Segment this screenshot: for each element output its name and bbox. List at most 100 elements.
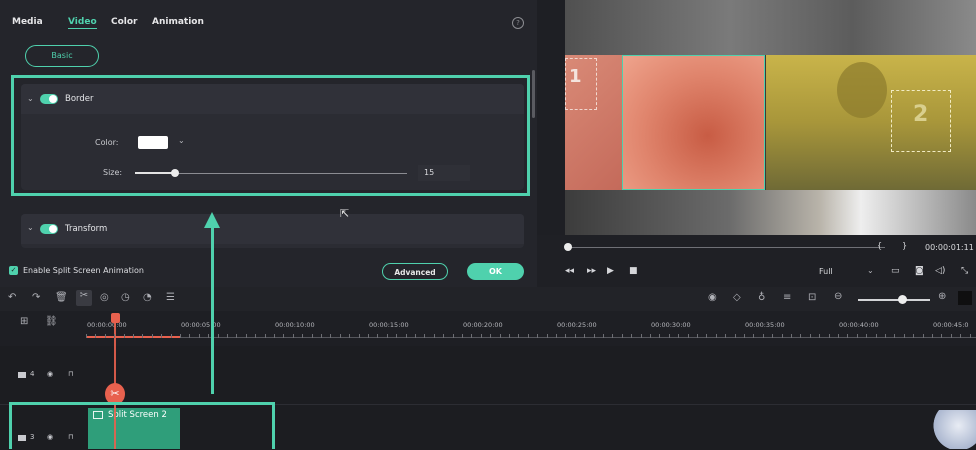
fullscreen-icon[interactable]: ⤡ — [961, 266, 968, 276]
ruler-tick — [904, 334, 905, 338]
advanced-button[interactable]: Advanced — [382, 263, 448, 280]
ruler-tick — [500, 334, 501, 338]
zoom-chevron-down-icon[interactable]: ⌄ — [867, 266, 874, 275]
ruler-tick — [340, 334, 341, 338]
undo-icon[interactable]: ↶ — [8, 292, 16, 303]
ruler-tick — [688, 334, 689, 338]
timeline-zoom-slider[interactable] — [858, 299, 930, 301]
ruler-tick — [829, 334, 830, 338]
basic-button[interactable]: Basic — [25, 45, 99, 67]
grid-icon[interactable] — [958, 291, 972, 305]
mouse-cursor-icon: ⇱ — [340, 207, 350, 220]
ruler-tick — [424, 334, 425, 338]
panel-number-1: 1 — [569, 66, 582, 87]
tab-animation[interactable]: Animation — [152, 17, 204, 27]
split-panel-selected[interactable] — [622, 55, 765, 190]
ruler-tick — [133, 334, 134, 338]
ruler-tick — [302, 334, 303, 338]
ruler-tick — [462, 334, 463, 338]
preview-background-bottom — [565, 190, 976, 235]
ruler-tick — [199, 334, 200, 338]
timer-icon[interactable]: ◔ — [143, 292, 152, 303]
ruler-tick — [970, 334, 971, 338]
add-track-icon[interactable]: ⊞ — [20, 316, 28, 327]
delete-icon[interactable]: 🗑 — [55, 292, 68, 303]
transform-toggle[interactable] — [40, 224, 58, 234]
ruler-label: 00:00:10:00 — [275, 321, 315, 329]
ruler-tick — [894, 334, 895, 338]
volume-icon[interactable]: ◁) — [935, 266, 945, 276]
preview-scrubber-track[interactable] — [565, 247, 885, 248]
ruler-tick — [810, 334, 811, 338]
ruler-label: 00:00:25:00 — [557, 321, 597, 329]
mark-out-brace[interactable]: } — [902, 241, 907, 250]
ruler-tick — [650, 334, 651, 338]
transform-section-header[interactable]: ⌄ Transform — [21, 214, 524, 244]
eye-icon[interactable]: ◉ — [47, 370, 53, 378]
ruler-tick — [706, 334, 707, 338]
ruler-tick — [744, 334, 745, 338]
ruler-tick — [913, 334, 914, 338]
ruler-tick — [800, 334, 801, 338]
render-icon[interactable]: ◉ — [708, 292, 717, 303]
ruler-tick — [763, 334, 764, 338]
fit-icon[interactable]: ⊡ — [808, 292, 816, 303]
zoom-in-icon[interactable]: ⊕ — [938, 291, 946, 302]
ruler-tick — [932, 334, 933, 338]
balloon-shape — [837, 62, 887, 118]
clip-highlight-frame — [9, 402, 275, 449]
microphone-icon[interactable]: ♁ — [758, 292, 765, 303]
help-icon[interactable]: ? — [512, 17, 524, 29]
ruler-tick — [293, 334, 294, 338]
ruler-tick — [565, 334, 566, 338]
audio-mix-icon[interactable]: ≡ — [783, 292, 791, 303]
ruler-tick — [95, 334, 96, 338]
chevron-down-icon[interactable]: ⌄ — [27, 223, 34, 232]
link-icon[interactable]: ⛓ — [45, 316, 58, 327]
zoom-out-icon[interactable]: ⊖ — [834, 291, 842, 302]
transform-section: ⌄ Transform — [21, 214, 524, 248]
snapshot-icon[interactable]: ◙ — [915, 266, 924, 276]
timeline-zoom-knob[interactable] — [898, 295, 907, 304]
ruler-tick — [208, 334, 209, 338]
ruler-tick — [547, 334, 548, 338]
scissors-icon[interactable]: ✂ — [76, 290, 92, 306]
marker-icon[interactable]: ◇ — [733, 292, 741, 303]
ruler-tick — [330, 334, 331, 338]
ruler-tick — [612, 334, 613, 338]
ruler-tick — [556, 334, 557, 338]
tab-media[interactable]: Media — [12, 17, 43, 27]
mark-in-brace[interactable]: { — [877, 241, 882, 250]
tab-video[interactable]: Video — [68, 17, 97, 29]
redo-icon[interactable]: ↷ — [32, 292, 40, 303]
ruler-tick — [218, 334, 219, 338]
speed-icon[interactable]: ◷ — [121, 292, 130, 303]
lock-icon[interactable]: ⊓ — [68, 370, 73, 378]
ruler-label: 00:00:15:00 — [369, 321, 409, 329]
enable-animation-checkbox[interactable]: ✓ — [9, 266, 18, 275]
stop-icon[interactable]: ■ — [629, 266, 638, 276]
track-video-icon — [18, 372, 26, 378]
ruler-tick — [142, 334, 143, 338]
enable-animation-label: Enable Split Screen Animation — [23, 266, 144, 275]
monitor-icon[interactable]: ▭ — [891, 266, 900, 276]
panel-scrollbar[interactable] — [532, 70, 535, 118]
audio-settings-icon[interactable]: ☰ — [166, 292, 175, 303]
play-pause-icon[interactable]: ▸▸ — [587, 266, 596, 276]
ruler-tick — [349, 334, 350, 338]
tab-color[interactable]: Color — [111, 17, 138, 27]
ruler-tick — [161, 334, 162, 338]
step-back-icon[interactable]: ◂◂ — [565, 266, 574, 276]
transform-title: Transform — [65, 224, 108, 234]
ruler-tick — [725, 334, 726, 338]
preview-scrubber-knob[interactable] — [564, 243, 572, 251]
playhead-head[interactable] — [111, 313, 120, 323]
zoom-select[interactable]: Full — [819, 267, 833, 276]
play-icon[interactable]: ▶ — [607, 266, 614, 276]
ruler-tick — [622, 334, 623, 338]
ruler-tick — [866, 334, 867, 338]
ruler-label: 00:00:30:00 — [651, 321, 691, 329]
color-icon[interactable]: ◎ — [100, 292, 109, 303]
ok-button[interactable]: OK — [467, 263, 524, 280]
ruler-tick — [594, 334, 595, 338]
